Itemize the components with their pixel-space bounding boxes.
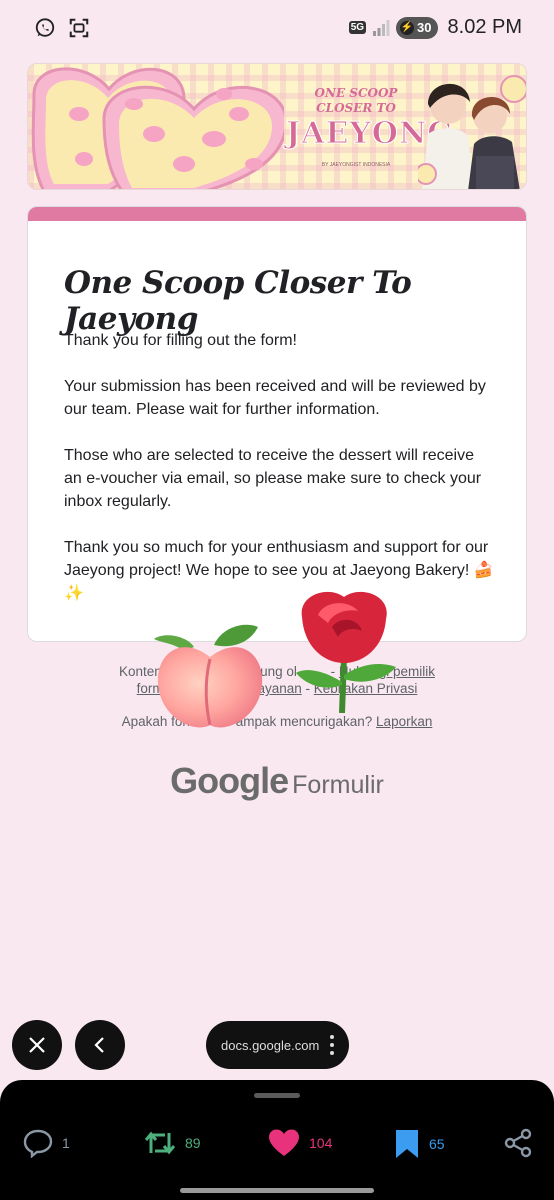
network-badge: 5G [348, 21, 367, 34]
banner-line2: CLOSER TO [316, 101, 396, 115]
confirmation-card: One Scoop Closer To Jaeyong Thank you fo… [27, 206, 527, 642]
close-browser-button[interactable] [12, 1020, 62, 1070]
reply-button[interactable]: 1 [22, 1128, 70, 1158]
heart-icon [269, 1129, 299, 1156]
banner-title: ONE SCOOP CLOSER TO JAEYONG BY JAEYONGIS… [286, 82, 454, 174]
message-paragraph: Thank you so much for your enthusiasm an… [64, 539, 494, 602]
share-button[interactable] [503, 1128, 533, 1158]
more-options-icon[interactable] [330, 1035, 334, 1055]
google-forms-logo: Google Formulir [170, 760, 384, 801]
banner-credit: BY JAEYONGIST INDONESIA [321, 162, 391, 168]
url-text: docs.google.com [221, 1037, 320, 1053]
tweet-action-bar: 1 89 104 65 [0, 1080, 554, 1200]
like-count: 104 [309, 1135, 333, 1151]
chevron-left-icon [94, 1037, 104, 1053]
retweet-icon [144, 1131, 176, 1155]
share-icon [504, 1128, 532, 1158]
banner-line1: ONE SCOOP [314, 86, 398, 100]
clock: 8.02 PM [447, 16, 522, 38]
close-icon [29, 1037, 45, 1053]
screenshot-icon [69, 18, 89, 38]
rose-emoji [296, 591, 396, 713]
disclaimer: Konten ini tida ktung ol - Hubungi pemil… [119, 664, 435, 696]
signal-icon [373, 19, 390, 36]
message-paragraph: Thank you for filling out the form! [64, 332, 297, 349]
like-button[interactable]: 104 [267, 1128, 332, 1158]
back-button[interactable] [75, 1020, 125, 1070]
form-title: One Scoop Closer To Jaeyong [64, 265, 412, 337]
home-indicator[interactable] [180, 1188, 374, 1193]
bookmark-icon [396, 1130, 418, 1158]
status-bar: 5G ⚡ 30 8.02 PM [0, 0, 554, 58]
sheet-handle[interactable] [254, 1093, 300, 1098]
bookmark-count: 65 [429, 1136, 445, 1152]
card-accent-bar [28, 207, 526, 221]
banner-line3: JAEYONG [286, 116, 454, 152]
report-link[interactable]: Laporkan [376, 714, 432, 729]
message-paragraph: Those who are selected to receive the de… [64, 447, 482, 510]
characters-illustration [418, 75, 526, 189]
reply-icon [23, 1129, 53, 1158]
charging-bolt-icon: ⚡ [400, 20, 415, 35]
confirmation-message: Thank you for filling out the form! Your… [64, 329, 494, 628]
cookie-hearts-illustration [31, 67, 284, 189]
battery-level: 30 [417, 20, 432, 35]
retweet-button[interactable]: 89 [143, 1128, 201, 1158]
whatsapp-icon [35, 18, 55, 37]
form-header-banner: ONE SCOOP CLOSER TO JAEYONG BY JAEYONGIS… [27, 63, 527, 190]
bookmark-button[interactable]: 65 [393, 1128, 445, 1160]
message-paragraph: Your submission has been received and wi… [64, 378, 486, 418]
peach-emoji [154, 624, 263, 728]
url-bar[interactable]: docs.google.com [206, 1021, 349, 1069]
battery-icon: ⚡ 30 [396, 16, 438, 39]
retweet-count: 89 [185, 1135, 201, 1151]
report-line: Apakah form ampak mencurigakan? Laporkan [121, 714, 433, 729]
reply-count: 1 [62, 1135, 70, 1151]
